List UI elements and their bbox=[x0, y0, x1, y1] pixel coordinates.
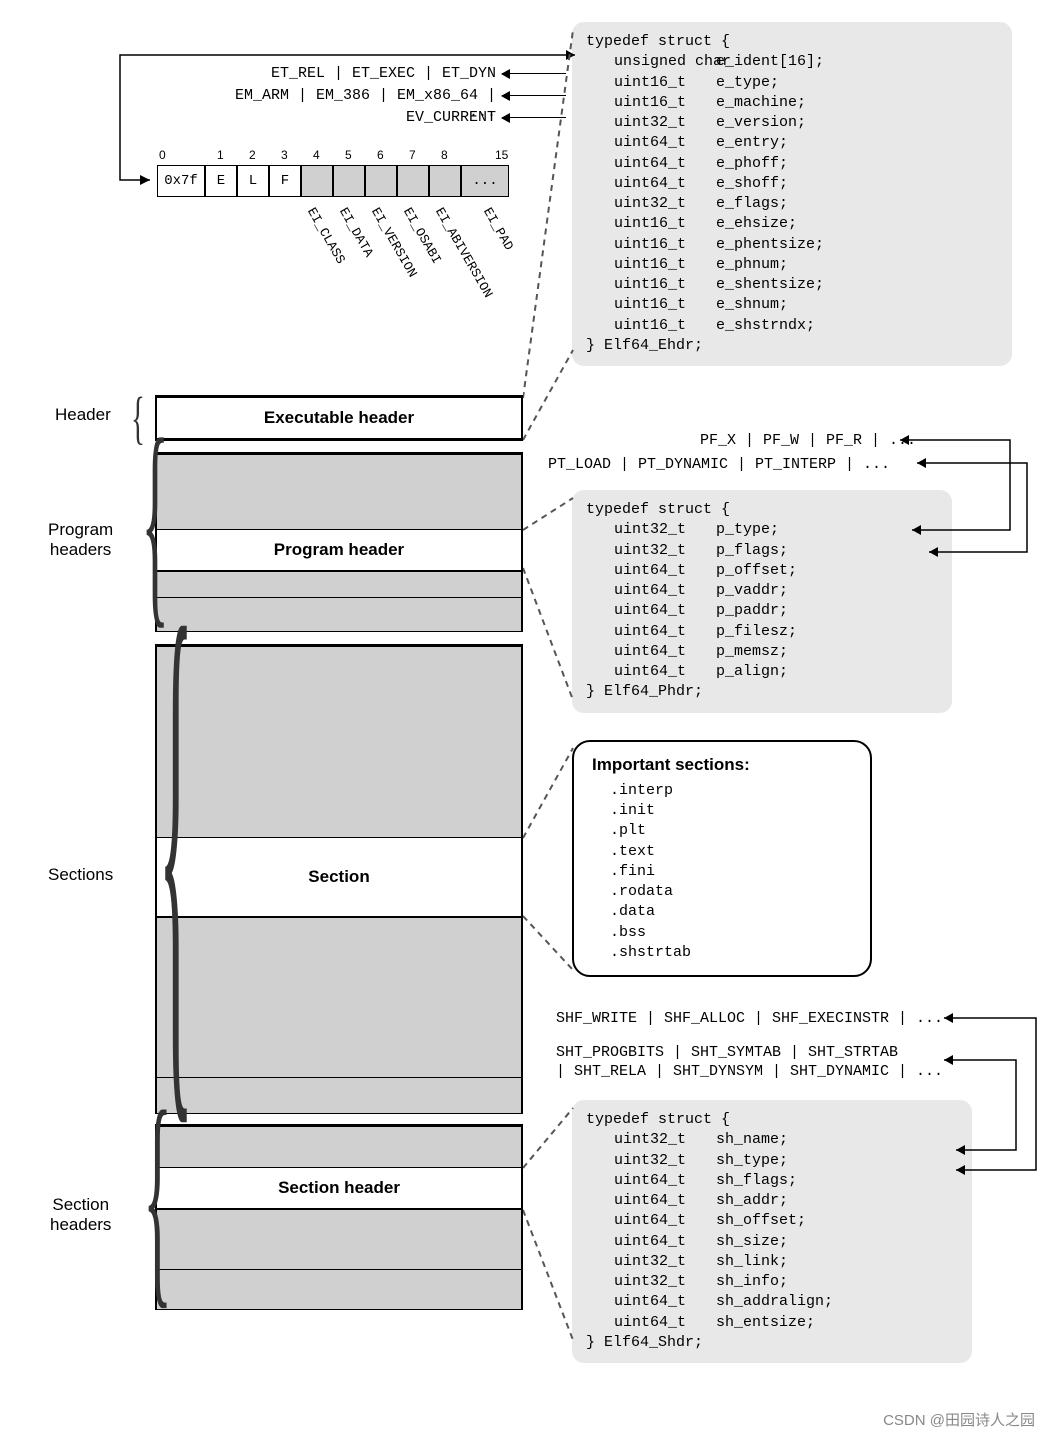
byte1: E bbox=[205, 165, 237, 197]
label-program-headers: Program headers bbox=[48, 520, 113, 560]
shdr-close: } Elf64_Shdr; bbox=[586, 1333, 958, 1353]
label-header: Header bbox=[55, 405, 111, 425]
ehdr-close: } Elf64_Ehdr; bbox=[586, 336, 998, 356]
annot-shtype-l2: | SHT_RELA | SHT_DYNSYM | SHT_DYNAMIC | … bbox=[556, 1063, 943, 1080]
annot-eversion: EV_CURRENT bbox=[296, 109, 496, 126]
block-section-headers: Section header bbox=[155, 1124, 523, 1310]
byte-ell: ... bbox=[461, 165, 509, 197]
byte5 bbox=[333, 165, 365, 197]
section-item: .rodata bbox=[610, 882, 852, 902]
label-section-headers: Section headers bbox=[50, 1195, 111, 1235]
annot-shflags: SHF_WRITE | SHF_ALLOC | SHF_EXECINSTR | … bbox=[556, 1010, 943, 1027]
eident-bytes: 0x7f E L F ... 0 1 2 3 4 5 6 7 8 15 EI_C… bbox=[157, 165, 509, 197]
byte3: F bbox=[269, 165, 301, 197]
ei-pad: EI_PAD bbox=[480, 205, 516, 253]
arrow-etype bbox=[502, 73, 566, 74]
phdr-open: typedef struct { bbox=[586, 500, 938, 520]
annot-pflags: PF_X | PF_W | PF_R | ... bbox=[700, 432, 916, 449]
byte7 bbox=[397, 165, 429, 197]
block-exec-header: Executable header bbox=[155, 395, 523, 441]
shdr-open: typedef struct { bbox=[586, 1110, 958, 1130]
section-item: .text bbox=[610, 842, 852, 862]
sections-title: Important sections: bbox=[592, 754, 852, 777]
arrow-eversion bbox=[502, 117, 566, 118]
byte0: 0x7f bbox=[157, 165, 205, 197]
ehdr-open: typedef struct { bbox=[586, 32, 998, 52]
sections-list: Important sections: .interp.init.plt.tex… bbox=[572, 740, 872, 977]
label-sections: Sections bbox=[48, 865, 113, 885]
ehdr-struct: typedef struct { unsigned chare_ident[16… bbox=[572, 22, 1012, 366]
arrow-emachine bbox=[502, 95, 566, 96]
phdr-struct: typedef struct { uint32_tp_type;uint32_t… bbox=[572, 490, 952, 713]
annot-ptype: PT_LOAD | PT_DYNAMIC | PT_INTERP | ... bbox=[548, 456, 890, 473]
section-row: Section bbox=[157, 837, 521, 917]
byte8 bbox=[429, 165, 461, 197]
section-item: .init bbox=[610, 801, 852, 821]
program-header-row: Program header bbox=[157, 529, 521, 571]
annot-shtype-l1: SHT_PROGBITS | SHT_SYMTAB | SHT_STRTAB bbox=[556, 1044, 898, 1061]
byte4 bbox=[301, 165, 333, 197]
watermark: CSDN @田园诗人之园 bbox=[883, 1409, 1035, 1430]
block-sections: Section bbox=[155, 644, 523, 1114]
byte6 bbox=[365, 165, 397, 197]
shdr-struct: typedef struct { uint32_tsh_name;uint32_… bbox=[572, 1100, 972, 1363]
phdr-close: } Elf64_Phdr; bbox=[586, 682, 938, 702]
section-item: .bss bbox=[610, 923, 852, 943]
section-item: .plt bbox=[610, 821, 852, 841]
annot-etype: ET_REL | ET_EXEC | ET_DYN bbox=[258, 65, 496, 82]
section-item: .shstrtab bbox=[610, 943, 852, 963]
block-program-headers: Program header bbox=[155, 452, 523, 632]
section-header-row: Section header bbox=[157, 1167, 521, 1209]
section-item: .data bbox=[610, 902, 852, 922]
section-item: .fini bbox=[610, 862, 852, 882]
byte2: L bbox=[237, 165, 269, 197]
section-item: .interp bbox=[610, 781, 852, 801]
